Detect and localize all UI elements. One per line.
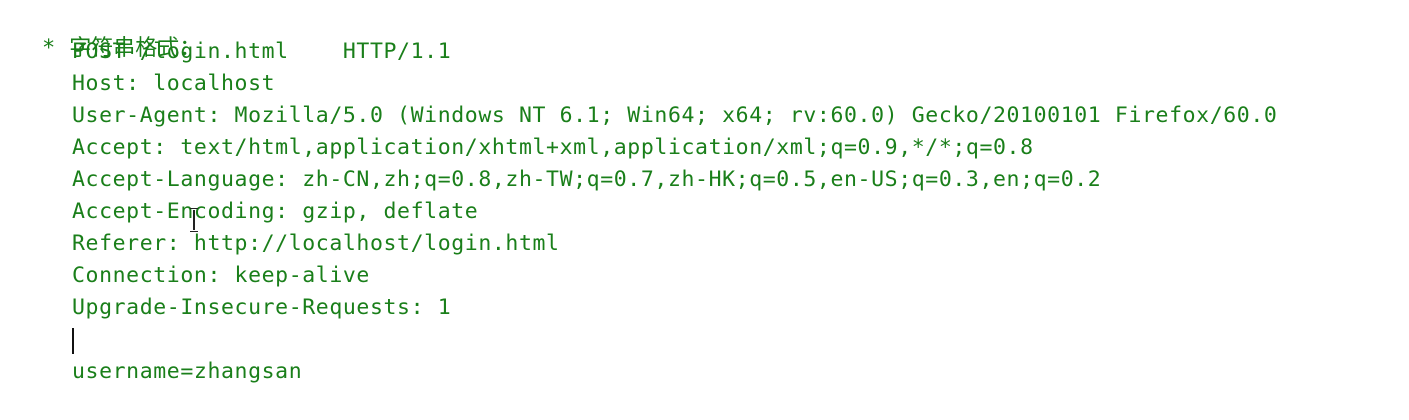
header-host[interactable]: Host: localhost — [72, 68, 1277, 100]
section-heading: * 字符串格式： — [14, 4, 201, 61]
text-editor[interactable]: * 字符串格式： POST /login.html HTTP/1.1 Host: … — [0, 0, 1409, 401]
header-accept-encoding[interactable]: Accept-Encoding: gzip, deflate — [72, 196, 1277, 228]
text-caret — [72, 328, 74, 354]
blank-line[interactable] — [72, 324, 1277, 356]
header-accept-language[interactable]: Accept-Language: zh-CN,zh;q=0.8,zh-TW;q=… — [72, 164, 1277, 196]
ibeam-cursor-icon — [189, 208, 199, 232]
header-referer[interactable]: Referer: http://localhost/login.html — [72, 228, 1277, 260]
request-line[interactable]: POST /login.html HTTP/1.1 — [72, 36, 1277, 68]
header-accept[interactable]: Accept: text/html,application/xhtml+xml,… — [72, 132, 1277, 164]
heading-bullet: * — [41, 36, 56, 61]
request-body[interactable]: username=zhangsan — [72, 356, 1277, 388]
header-connection[interactable]: Connection: keep-alive — [72, 260, 1277, 292]
http-request-block[interactable]: POST /login.html HTTP/1.1 Host: localhos… — [72, 36, 1277, 388]
header-upgrade-insecure-requests[interactable]: Upgrade-Insecure-Requests: 1 — [72, 292, 1277, 324]
header-user-agent[interactable]: User-Agent: Mozilla/5.0 (Windows NT 6.1;… — [72, 100, 1277, 132]
